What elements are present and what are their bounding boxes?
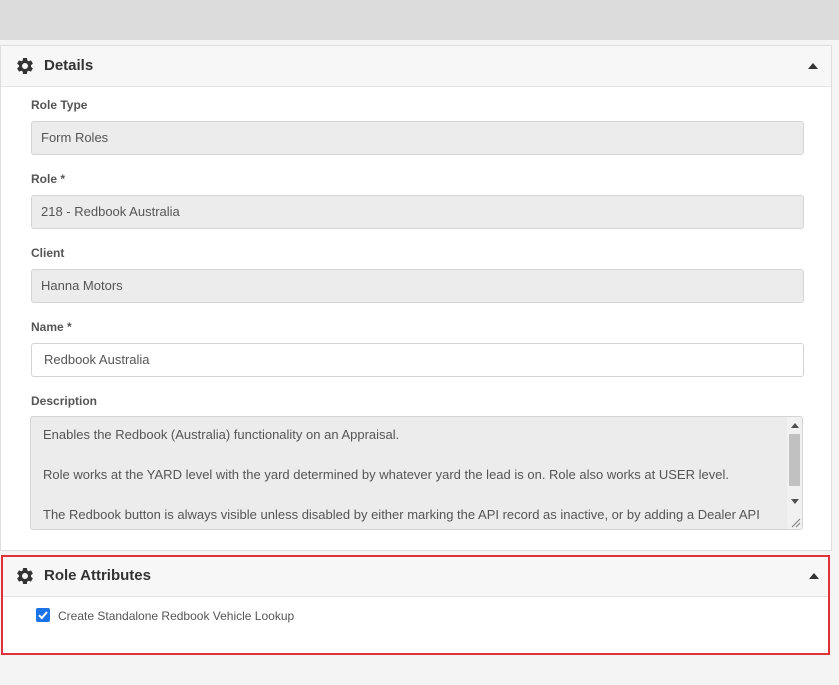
description-paragraph: Enables the Redbook (Australia) function… bbox=[43, 427, 400, 442]
description-textarea[interactable]: Enables the Redbook (Australia) function… bbox=[30, 416, 803, 530]
details-panel-header[interactable]: Details bbox=[1, 46, 831, 87]
details-title: Details bbox=[44, 57, 94, 74]
client-label: Client bbox=[31, 246, 65, 260]
checkmark-icon bbox=[38, 611, 48, 620]
role-type-label: Role Type bbox=[31, 98, 88, 112]
description-paragraph: Role works at the YARD level with the ya… bbox=[43, 467, 729, 482]
role-attributes-header[interactable]: Role Attributes bbox=[3, 557, 828, 597]
role-field: 218 - Redbook Australia bbox=[31, 195, 804, 229]
gear-icon bbox=[17, 567, 33, 584]
description-scrollbar[interactable] bbox=[787, 417, 802, 529]
resize-grip-icon[interactable] bbox=[789, 516, 801, 528]
collapse-arrow-icon[interactable] bbox=[809, 573, 819, 579]
scroll-up-icon[interactable] bbox=[791, 423, 799, 428]
standalone-lookup-label[interactable]: Create Standalone Redbook Vehicle Lookup bbox=[58, 609, 294, 623]
role-label: Role * bbox=[31, 172, 66, 186]
gear-icon bbox=[17, 57, 33, 74]
top-bar bbox=[0, 0, 839, 40]
role-attributes-title: Role Attributes bbox=[44, 567, 151, 584]
scroll-down-icon[interactable] bbox=[791, 499, 799, 504]
name-input[interactable]: Redbook Australia bbox=[31, 343, 804, 377]
name-label: Name * bbox=[31, 320, 72, 334]
role-attributes-panel: Role Attributes Create Standalone Redboo… bbox=[1, 555, 830, 655]
scroll-thumb[interactable] bbox=[789, 434, 800, 486]
client-field: Hanna Motors bbox=[31, 269, 804, 303]
collapse-arrow-icon[interactable] bbox=[808, 63, 818, 69]
description-label: Description bbox=[31, 394, 98, 408]
description-text: Enables the Redbook (Australia) function… bbox=[43, 425, 778, 529]
description-paragraph: The Redbook button is always visible unl… bbox=[43, 507, 760, 529]
role-type-field: Form Roles bbox=[31, 121, 804, 155]
standalone-lookup-checkbox[interactable] bbox=[36, 608, 50, 622]
